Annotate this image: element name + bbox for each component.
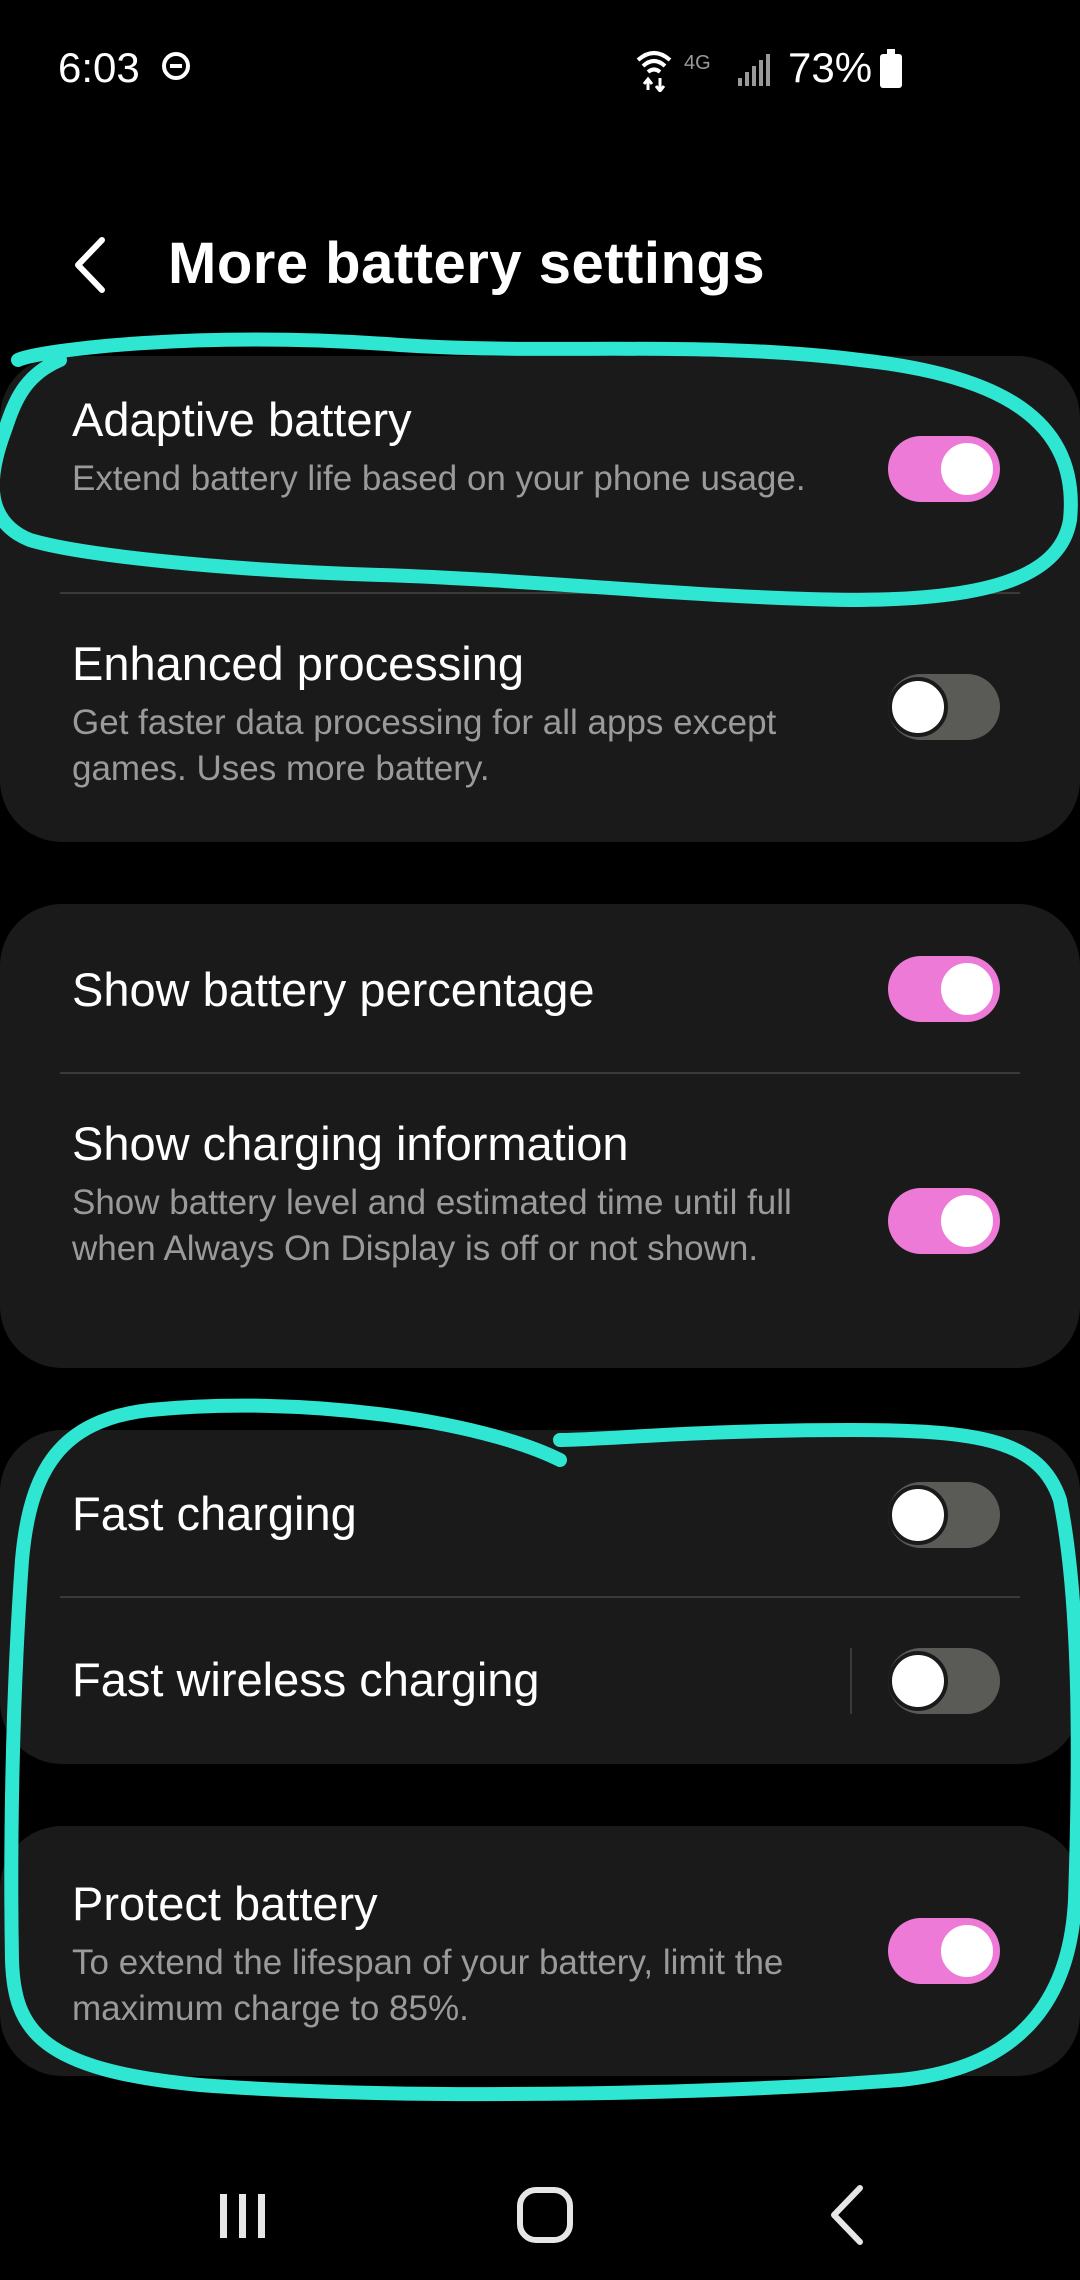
recent-apps-icon[interactable] (198, 2170, 288, 2260)
toggle-knob (888, 1651, 948, 1711)
wifi-icon (636, 51, 672, 92)
setting-title: Show battery percentage (72, 963, 595, 1016)
toggle-knob (937, 959, 997, 1019)
settings-card-3: Fast charging Fast wireless charging (0, 1430, 1080, 1764)
show-battery-percentage-row[interactable]: Show battery percentage (0, 904, 1080, 1074)
toggle-knob (937, 1921, 997, 1981)
toggle-knob (937, 1191, 997, 1251)
settings-card-2: Show battery percentage Show charging in… (0, 904, 1080, 1368)
toggle-knob (888, 1485, 948, 1545)
setting-title: Fast charging (72, 1487, 357, 1540)
fast-charging-row[interactable]: Fast charging (0, 1430, 1080, 1596)
fast-charging-toggle[interactable] (888, 1482, 1000, 1548)
settings-card-1: Adaptive battery Extend battery life bas… (0, 356, 1080, 842)
setting-title: Enhanced processing (72, 637, 525, 690)
show-battery-percentage-toggle[interactable] (888, 956, 1000, 1022)
signal-icon (738, 54, 770, 86)
show-charging-information-row[interactable]: Show charging information Show battery l… (0, 1074, 1080, 1368)
setting-subtitle: Extend battery life based on your phone … (72, 459, 806, 498)
do-not-disturb-icon (162, 52, 190, 80)
status-bar: 6:03 4G 73% (0, 0, 1080, 140)
toggle-knob (937, 439, 997, 499)
battery-icon (880, 49, 902, 88)
navigation-bar (0, 2140, 1080, 2280)
setting-title: Adaptive battery (72, 393, 412, 446)
protect-battery-row[interactable]: Protect battery To extend the lifespan o… (0, 1826, 1080, 2076)
home-icon[interactable] (500, 2170, 590, 2260)
show-charging-information-toggle[interactable] (888, 1188, 1000, 1254)
settings-card-4: Protect battery To extend the lifespan o… (0, 1826, 1080, 2076)
adaptive-battery-toggle[interactable] (888, 436, 1000, 502)
setting-subtitle: To extend the lifespan of your battery, … (72, 1943, 784, 2028)
setting-subtitle: Get faster data processing for all apps … (72, 703, 777, 788)
setting-title: Fast wireless charging (72, 1653, 540, 1706)
chevron-left-icon[interactable] (60, 230, 130, 300)
adaptive-battery-row[interactable]: Adaptive battery Extend battery life bas… (0, 356, 1080, 592)
setting-title: Show charging information (72, 1117, 629, 1170)
status-time: 6:03 (58, 44, 140, 91)
enhanced-processing-toggle[interactable] (888, 674, 1000, 740)
app-bar: More battery settings (0, 210, 1080, 320)
page-title: More battery settings (168, 231, 766, 296)
setting-title: Protect battery (72, 1877, 378, 1930)
setting-subtitle: Show battery level and estimated time un… (72, 1183, 792, 1268)
back-icon[interactable] (802, 2170, 892, 2260)
enhanced-processing-row[interactable]: Enhanced processing Get faster data proc… (0, 594, 1080, 842)
protect-battery-toggle[interactable] (888, 1918, 1000, 1984)
toggle-knob (888, 677, 948, 737)
vertical-separator (850, 1648, 852, 1714)
fast-wireless-charging-toggle[interactable] (888, 1648, 1000, 1714)
fast-wireless-charging-row[interactable]: Fast wireless charging (0, 1598, 1080, 1764)
battery-percent: 73% (788, 44, 873, 91)
network-type-label: 4G (684, 52, 711, 74)
